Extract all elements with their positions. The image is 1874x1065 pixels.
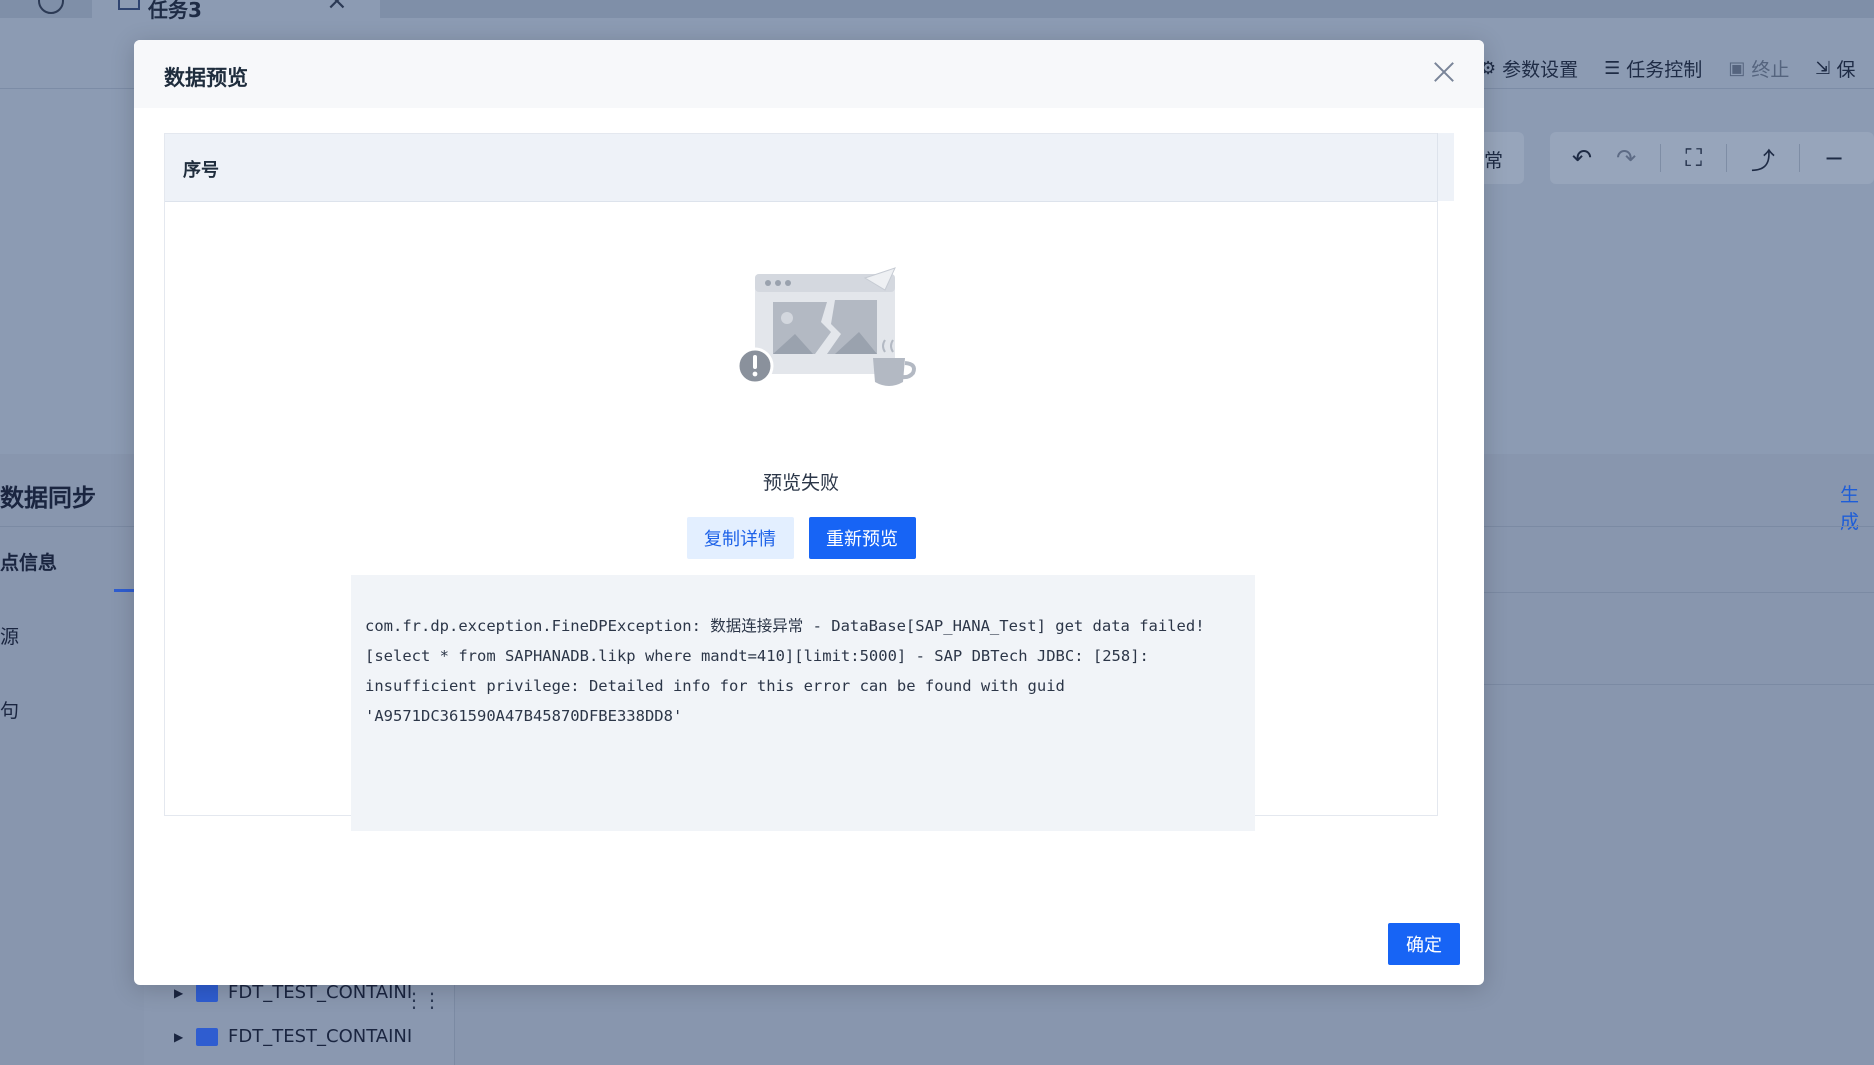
divider: [0, 88, 140, 89]
expand-arrow-icon[interactable]: ▶: [174, 986, 186, 1000]
preview-grid: 序号 预览失败 复制详情 重新预览 com.fr.dp.exception.Fi…: [164, 133, 1454, 831]
action-row: 复制详情 重新预览: [165, 517, 1437, 559]
divider: [1726, 144, 1728, 172]
tab-close-icon[interactable]: ×: [326, 0, 348, 16]
side-item-statement[interactable]: 句: [0, 696, 19, 723]
zoom-out-icon[interactable]: −: [1824, 144, 1844, 172]
copy-details-button[interactable]: 复制详情: [686, 517, 794, 559]
save-icon: ⇲: [1815, 57, 1831, 79]
tree-item-label: FDT_TEST_CONTAINI: [228, 982, 413, 1003]
retry-preview-button[interactable]: 重新预览: [808, 517, 916, 559]
fit-view-icon[interactable]: ⛶: [1685, 144, 1702, 172]
sliders-icon: ☰: [1604, 57, 1621, 79]
drag-handle-icon[interactable]: ⋮⋮: [404, 988, 442, 1012]
data-preview-dialog: 数据预览 序号 预览失败 复制详情 重新预览 com.fr.dp.excepti…: [134, 40, 1484, 985]
tree-item[interactable]: ▶ FDT_TEST_CONTAINI: [174, 1026, 412, 1047]
tree-item[interactable]: ▶ FDT_TEST_CONTAINI: [174, 982, 412, 1003]
task-control-label: 任务控制: [1626, 58, 1703, 81]
grid-scrollbar-gutter: [1437, 133, 1454, 201]
expand-arrow-icon[interactable]: ▶: [174, 1030, 186, 1044]
connector-icon[interactable]: ⤴: [1751, 141, 1775, 176]
side-item-source[interactable]: 源: [0, 622, 19, 649]
status-text: 常: [1484, 150, 1504, 172]
save-button[interactable]: ⇲ 保: [1815, 55, 1855, 82]
panel-title: 数据同步: [0, 484, 96, 512]
divider: [1480, 684, 1874, 685]
dialog-title: 数据预览: [164, 66, 248, 90]
save-label: 保: [1836, 58, 1856, 81]
divider: [1799, 144, 1801, 172]
divider: [1660, 144, 1662, 172]
column-header-index: 序号: [183, 160, 219, 181]
error-detail-box: com.fr.dp.exception.FineDPException: 数据连…: [351, 575, 1255, 831]
task-toolbar: ⚙ 参数设置 ☰ 任务控制 ▣ 终止 ⇲ 保: [1480, 52, 1855, 84]
stop-button[interactable]: ▣ 终止: [1728, 55, 1789, 82]
divider: [1480, 88, 1874, 89]
side-item-node-info[interactable]: 点信息: [0, 548, 57, 575]
dialog-header: 数据预览: [134, 40, 1484, 108]
divider: [1480, 592, 1874, 593]
table-icon: [196, 983, 218, 1002]
stop-icon: ▣: [1728, 57, 1746, 79]
preview-failed-message: 预览失败: [762, 472, 839, 494]
stop-label: 终止: [1751, 58, 1790, 81]
confirm-button[interactable]: 确定: [1388, 923, 1460, 965]
param-settings-label: 参数设置: [1502, 58, 1579, 81]
canvas-toolbar: ↶ ↷ ⛶ ⤴ −: [1550, 132, 1874, 184]
error-detail-text: com.fr.dp.exception.FineDPException: 数据连…: [365, 617, 1214, 725]
task-control-button[interactable]: ☰ 任务控制: [1604, 55, 1702, 82]
param-settings-button[interactable]: ⚙ 参数设置: [1480, 55, 1578, 82]
redo-icon[interactable]: ↷: [1616, 144, 1636, 172]
tab-label: 任务3: [148, 0, 202, 22]
grid-header: 序号: [165, 134, 1437, 202]
close-icon[interactable]: [1430, 58, 1458, 86]
broken-image-illustration: [736, 267, 916, 386]
table-icon: [196, 1027, 218, 1046]
document-icon: [118, 0, 140, 10]
tree-item-label: FDT_TEST_CONTAINI: [228, 1026, 413, 1047]
undo-icon[interactable]: ↶: [1572, 144, 1592, 172]
